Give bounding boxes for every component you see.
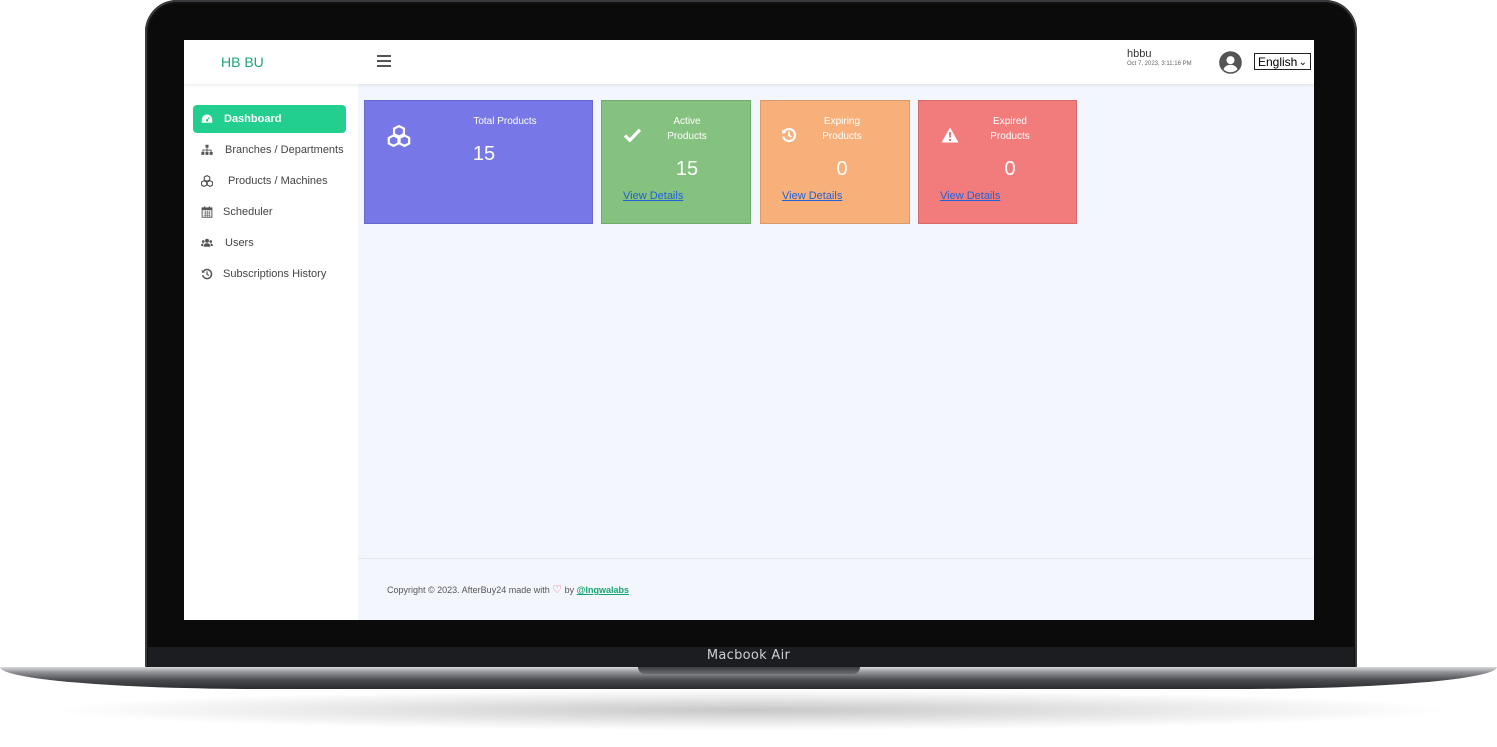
stat-card-active-products: Active Products 15 View Details (601, 100, 751, 224)
laptop-notch (638, 667, 860, 674)
sidebar-item-label: Users (225, 237, 254, 249)
footer-by: by (564, 585, 575, 595)
language-select[interactable]: English ⌄ (1254, 53, 1311, 70)
sidebar-item-label: Scheduler (223, 206, 273, 218)
app-screen: HB BU hbbu Oct 7, 2023, 3:11:16 PM Engli… (184, 40, 1314, 620)
card-title: Expired Products (990, 116, 1030, 142)
card-value: 0 (1004, 158, 1016, 180)
device-label: Macbook Air (706, 648, 791, 663)
card-title: Expiring Products (822, 116, 862, 142)
footer-copyright: Copyright © 2023. AfterBuy24 made with (387, 585, 550, 595)
card-title: Total Products (473, 116, 537, 127)
sitemap-icon (201, 144, 213, 155)
sidebar-item-label: Subscriptions History (223, 268, 327, 280)
dashboard-gauge-icon (201, 114, 213, 123)
history-icon (782, 127, 797, 143)
language-selected: English (1258, 55, 1298, 69)
card-value: 0 (836, 158, 848, 180)
cubes-icon (387, 125, 411, 147)
warning-icon (941, 127, 959, 143)
sidebar: Dashboard Branches / Departments Product… (184, 84, 358, 620)
check-icon (624, 128, 641, 142)
calendar-icon (201, 206, 213, 218)
history-icon (201, 268, 213, 280)
sidebar-item-scheduler[interactable]: Scheduler (193, 198, 346, 226)
user-avatar-icon[interactable] (1219, 51, 1242, 74)
app-logo[interactable]: HB BU (221, 54, 264, 70)
username: hbbu (1127, 48, 1152, 60)
cubes-icon (201, 175, 213, 187)
sidebar-item-subscriptions-history[interactable]: Subscriptions History (193, 260, 346, 288)
card-value: 15 (472, 143, 496, 165)
stat-card-expired-products: Expired Products 0 View Details (918, 100, 1077, 224)
sidebar-item-branches[interactable]: Branches / Departments (193, 136, 346, 164)
card-value: 15 (675, 158, 699, 180)
footer-author-link[interactable]: @lngwalabs (577, 585, 629, 595)
menu-toggle-icon[interactable] (377, 55, 391, 67)
sidebar-item-dashboard[interactable]: Dashboard (193, 105, 346, 133)
users-icon (201, 238, 213, 247)
view-details-link[interactable]: View Details (782, 190, 842, 202)
sidebar-item-label: Branches / Departments (225, 144, 344, 156)
card-title: Active Products (667, 116, 707, 142)
stat-card-expiring-products: Expiring Products 0 View Details (760, 100, 910, 224)
view-details-link[interactable]: View Details (940, 190, 1000, 202)
sidebar-item-products[interactable]: Products / Machines (193, 167, 346, 195)
current-timestamp: Oct 7, 2023, 3:11:16 PM (1127, 61, 1192, 67)
sidebar-item-label: Dashboard (224, 113, 282, 125)
top-navbar: HB BU hbbu Oct 7, 2023, 3:11:16 PM Engli… (184, 40, 1314, 84)
view-details-link[interactable]: View Details (623, 190, 683, 202)
user-info: hbbu Oct 7, 2023, 3:11:16 PM (1127, 48, 1192, 69)
sidebar-item-users[interactable]: Users (193, 229, 346, 257)
footer: Copyright © 2023. AfterBuy24 made with ♡… (387, 583, 629, 596)
laptop-shadow (60, 690, 1440, 730)
sidebar-item-label: Products / Machines (228, 175, 328, 187)
stat-card-total-products: Total Products 15 (364, 100, 593, 224)
footer-divider (358, 558, 1314, 559)
heart-icon: ♡ (552, 584, 563, 596)
chevron-down-icon: ⌄ (1298, 57, 1307, 68)
